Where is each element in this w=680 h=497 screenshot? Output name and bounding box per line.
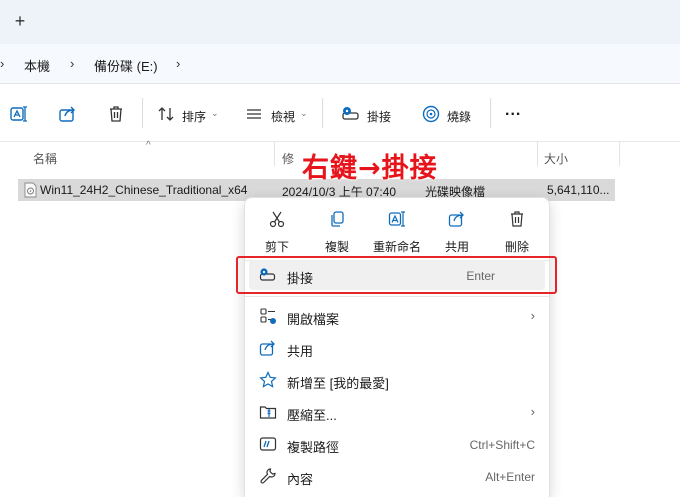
star-icon (259, 371, 277, 388)
rename-button[interactable]: 重新命名 (369, 204, 425, 256)
breadcrumb-chevron-icon[interactable]: › (70, 56, 74, 71)
open-with-icon (260, 308, 276, 324)
menu-item-label: 新增至 [我的最愛] (287, 376, 389, 391)
menu-item-compress[interactable]: 壓縮至... › (249, 397, 545, 427)
share-icon (448, 211, 464, 227)
breadcrumb-item-backup-drive[interactable]: 備份碟 (E:) (94, 56, 158, 75)
delete-icon[interactable] (106, 104, 126, 124)
breadcrumb-item-this-pc[interactable]: 本機 (24, 56, 50, 75)
menu-item-label: 複製路徑 (287, 440, 340, 455)
breadcrumb-chevron-icon[interactable]: › (176, 56, 180, 71)
highlight-box (236, 256, 557, 294)
chevron-down-icon[interactable]: ⌄ (211, 108, 219, 119)
share-label: 共用 (444, 240, 469, 254)
menu-item-label: 壓縮至... (287, 408, 337, 423)
copy-label: 複製 (324, 240, 349, 254)
share-icon[interactable] (58, 104, 78, 124)
menu-item-shortcut: Ctrl+Shift+C (469, 438, 535, 452)
menu-item-shortcut: Alt+Enter (485, 470, 535, 484)
cut-label: 剪下 (264, 240, 289, 254)
copy-icon (331, 211, 344, 227)
burn-button-label[interactable]: 燒錄 (447, 108, 471, 125)
menu-item-label: 內容 (287, 472, 314, 487)
zip-icon (259, 406, 277, 419)
rename-icon[interactable] (9, 104, 29, 124)
properties-icon (260, 468, 276, 484)
copy-button[interactable]: 複製 (309, 204, 365, 256)
share-icon (259, 340, 275, 356)
menu-item-copy-path[interactable]: 複製路徑 Ctrl+Shift+C (249, 429, 545, 459)
chevron-down-icon[interactable]: ⌄ (300, 108, 308, 119)
context-menu: 剪下 複製 重新命名 共用 刪除 掛接 Enter 開啟檔案 › 共用 新增至 … (244, 197, 550, 497)
column-header-name[interactable]: 名稱 (33, 150, 57, 167)
tab-bar: + (0, 0, 680, 44)
menu-item-label: 共用 (287, 344, 314, 359)
mount-icon[interactable] (341, 104, 361, 124)
chevron-right-icon: › (530, 308, 535, 323)
sort-button-label[interactable]: 排序 (182, 108, 206, 125)
file-name: Win11_24H2_Chinese_Traditional_x64 (40, 183, 248, 197)
sort-ascending-icon: ^ (146, 140, 151, 151)
sort-icon[interactable] (156, 104, 176, 124)
disc-image-file-icon (24, 182, 37, 198)
divider (142, 98, 143, 128)
rename-icon (388, 211, 405, 227)
menu-divider (245, 296, 549, 297)
view-icon[interactable] (244, 104, 264, 124)
delete-label: 刪除 (504, 240, 529, 254)
divider (490, 98, 491, 128)
share-button[interactable]: 共用 (429, 204, 485, 256)
delete-icon (511, 211, 523, 227)
chevron-right-icon: › (530, 404, 535, 419)
more-options-icon[interactable]: ... (505, 102, 521, 120)
copy-path-icon (259, 437, 277, 451)
column-header-size[interactable]: 大小 (544, 150, 568, 167)
breadcrumb: › 本機 › 備份碟 (E:) › (0, 44, 680, 84)
menu-item-label: 開啟檔案 (287, 312, 340, 327)
rename-label: 重新命名 (372, 240, 421, 254)
column-divider[interactable] (537, 142, 538, 166)
menu-item-properties[interactable]: 內容 Alt+Enter (249, 461, 545, 491)
column-divider[interactable] (619, 142, 620, 166)
delete-button[interactable]: 刪除 (489, 204, 545, 256)
menu-item-share[interactable]: 共用 (249, 333, 545, 363)
mount-button-label[interactable]: 掛接 (367, 108, 391, 125)
menu-item-open-with[interactable]: 開啟檔案 › (249, 301, 545, 331)
column-header-modified[interactable]: 修 (282, 150, 294, 167)
view-button-label[interactable]: 檢視 (271, 108, 295, 125)
breadcrumb-chevron-icon[interactable]: › (0, 56, 4, 71)
burn-disc-icon[interactable] (421, 104, 441, 124)
command-bar: 排序 ⌄ 檢視 ⌄ 掛接 燒錄 ... (0, 84, 680, 142)
menu-item-add-favorites[interactable]: 新增至 [我的最愛] (249, 365, 545, 395)
file-size: 5,641,110... (547, 183, 610, 197)
cut-icon (269, 211, 285, 228)
annotation-callout: 右鍵→掛接 (302, 153, 438, 184)
column-divider[interactable] (274, 142, 275, 166)
divider (322, 98, 323, 128)
new-tab-button[interactable]: + (11, 12, 29, 30)
cut-button[interactable]: 剪下 (249, 204, 305, 256)
